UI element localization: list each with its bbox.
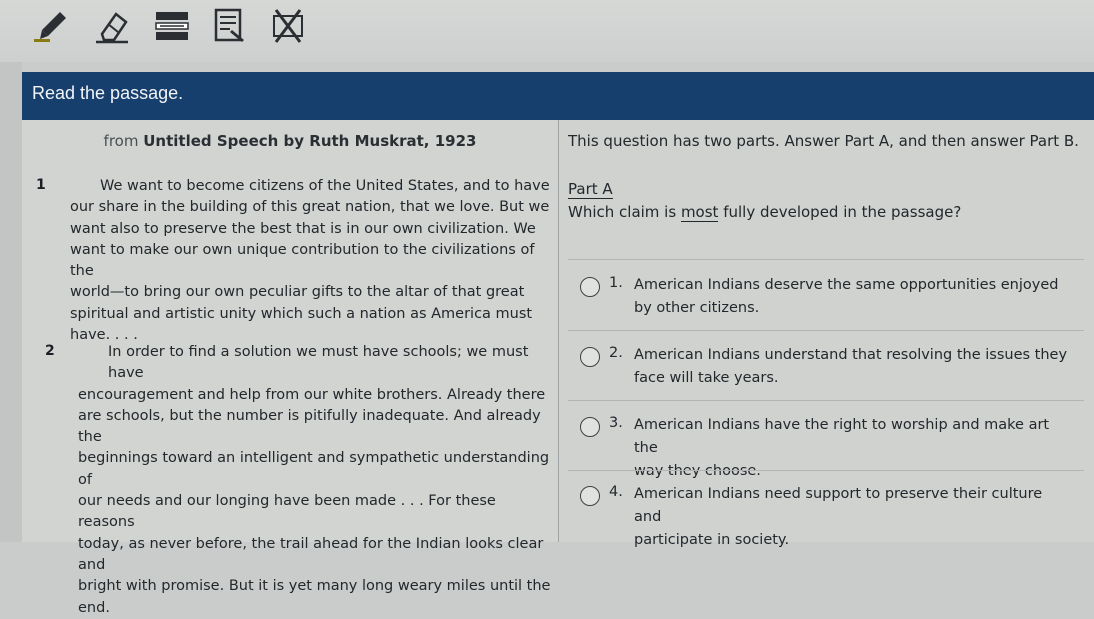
radio-button[interactable] bbox=[580, 486, 600, 506]
left-margin bbox=[0, 62, 22, 542]
option-line: participate in society. bbox=[634, 532, 790, 548]
paragraph-line: world—to bring our own peculiar gifts to… bbox=[70, 284, 525, 301]
question-intro: This question has two parts. Answer Part… bbox=[568, 132, 1079, 150]
option-line: face will take years. bbox=[634, 370, 779, 386]
answer-option-3[interactable]: 3. American Indians have the right to wo… bbox=[568, 400, 1084, 479]
answer-option-1[interactable]: 1. American Indians deserve the same opp… bbox=[568, 259, 1084, 328]
stem-text: Which claim is bbox=[568, 203, 681, 221]
paragraph-number: 2 bbox=[45, 343, 55, 359]
option-text: American Indians understand that resolvi… bbox=[634, 344, 1074, 390]
option-number: 3. bbox=[609, 415, 623, 431]
passage-pane[interactable]: from Untitled Speech by Ruth Muskrat, 19… bbox=[22, 120, 559, 616]
option-number: 1. bbox=[609, 275, 623, 291]
question-stem: Which claim is most fully developed in t… bbox=[568, 203, 962, 222]
paragraph-2[interactable]: In order to find a solution we must have… bbox=[78, 342, 556, 619]
paragraph-number: 1 bbox=[36, 177, 46, 193]
passage-from: from bbox=[103, 132, 139, 150]
option-text: American Indians deserve the same opport… bbox=[634, 274, 1074, 320]
paragraph-line: We want to become citizens of the United… bbox=[100, 178, 550, 194]
paragraph-line: encouragement and help from our white br… bbox=[78, 386, 546, 403]
passage-title: from Untitled Speech by Ruth Muskrat, 19… bbox=[22, 132, 558, 150]
answer-option-4[interactable]: 4. American Indians need support to pres… bbox=[568, 470, 1084, 548]
paragraph-line: bright with promise. But it is yet many … bbox=[78, 578, 551, 595]
paragraph-line: are schools, but the number is pitifully… bbox=[78, 407, 541, 446]
radio-button[interactable] bbox=[580, 417, 600, 437]
paragraph-1[interactable]: We want to become citizens of the United… bbox=[70, 176, 556, 346]
option-number: 4. bbox=[609, 484, 623, 500]
eraser-icon[interactable] bbox=[88, 6, 132, 46]
paragraph-line: end. bbox=[78, 599, 110, 616]
paragraph-line: our share in the building of this great … bbox=[70, 199, 550, 216]
toolbar bbox=[0, 0, 1094, 62]
stem-emphasis: most bbox=[680, 203, 719, 222]
notepad-icon[interactable] bbox=[208, 6, 252, 46]
highlighter-icon[interactable] bbox=[30, 6, 74, 46]
part-a-label: Part A bbox=[568, 180, 613, 199]
paragraph-line: spiritual and artistic unity which such … bbox=[70, 305, 533, 322]
passage-header: Read the passage. bbox=[22, 72, 1094, 120]
paragraph-line: our needs and our longing have been made… bbox=[78, 493, 496, 531]
paragraph-line: In order to find a solution we must have… bbox=[108, 344, 529, 382]
option-line: American Indians deserve the same opport… bbox=[634, 277, 1059, 293]
question-pane: This question has two parts. Answer Part… bbox=[559, 120, 1094, 548]
option-number: 2. bbox=[609, 345, 623, 361]
radio-button[interactable] bbox=[580, 347, 600, 367]
paragraph-line: want to make our own unique contribution… bbox=[70, 241, 535, 280]
radio-button[interactable] bbox=[580, 277, 600, 297]
line-reader-icon[interactable] bbox=[150, 6, 194, 46]
answer-option-2[interactable]: 2. American Indians understand that reso… bbox=[568, 330, 1084, 399]
paragraph-line: want also to preserve the best that is i… bbox=[70, 220, 536, 237]
option-line: by other citizens. bbox=[634, 300, 760, 316]
passage-title-text: Untitled Speech by Ruth Muskrat, 1923 bbox=[143, 132, 477, 150]
header-title: Read the passage. bbox=[32, 83, 184, 103]
option-line: American Indians understand that resolvi… bbox=[634, 347, 1068, 363]
option-line: American Indians have the right to worsh… bbox=[634, 417, 1050, 456]
paragraph-line: beginnings toward an intelligent and sym… bbox=[78, 450, 550, 488]
stem-text: fully developed in the passage? bbox=[718, 203, 962, 221]
paragraph-line: today, as never before, the trail ahead … bbox=[78, 535, 544, 573]
answer-eliminator-icon[interactable] bbox=[266, 6, 310, 46]
option-line: American Indians need support to preserv… bbox=[634, 486, 1043, 525]
